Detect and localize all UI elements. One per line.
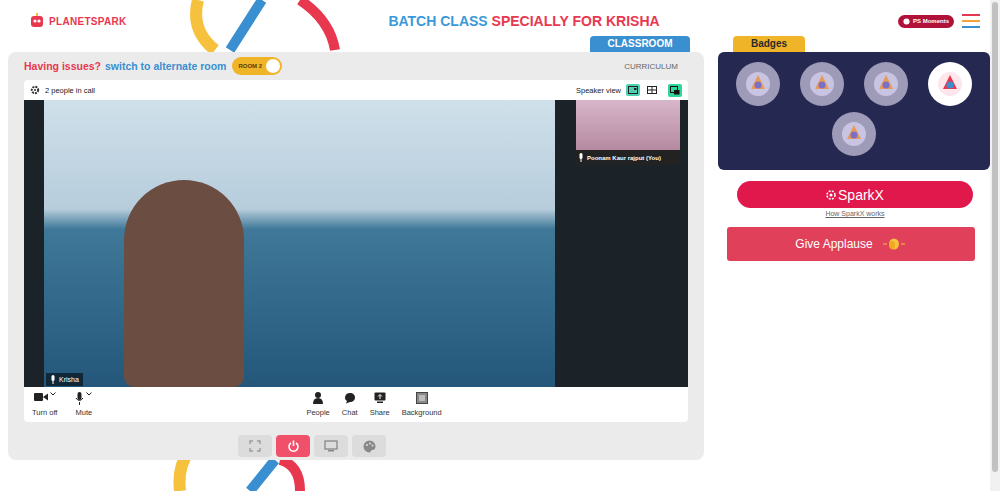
chat-icon xyxy=(344,392,356,404)
issue-text: Having issues? xyxy=(24,60,101,72)
mic-icon xyxy=(75,392,84,405)
screen-icon xyxy=(324,440,338,452)
page-title: BATCH CLASS SPECIALLY FOR KRISHA xyxy=(148,13,860,29)
participant-video-icon xyxy=(124,180,244,387)
toggle-knob xyxy=(266,59,280,73)
caret-icon xyxy=(50,392,56,396)
share-screen-icon xyxy=(374,392,386,403)
robot-icon xyxy=(28,12,46,30)
power-icon xyxy=(287,440,300,453)
self-video: Poonam Kaur rajput (You) xyxy=(576,100,680,165)
clap-icon xyxy=(881,237,907,251)
badge[interactable] xyxy=(832,112,876,156)
speaker-view-button[interactable] xyxy=(626,84,640,96)
mic-control[interactable]: Mute xyxy=(75,392,92,417)
self-video-frame xyxy=(576,100,680,150)
menu-icon[interactable] xyxy=(962,14,980,28)
grid-view-icon xyxy=(647,86,657,94)
badge[interactable] xyxy=(864,62,908,106)
call-card: 2 people in call Speaker view Krisha Poon… xyxy=(24,80,688,422)
badge[interactable] xyxy=(928,62,972,106)
view-label: Speaker view xyxy=(576,86,621,95)
sparkx-help-link[interactable]: How SparkX works xyxy=(825,210,884,217)
badges-tab[interactable]: Badges xyxy=(733,36,805,52)
caret-icon xyxy=(86,392,92,396)
scrollbar[interactable] xyxy=(990,0,1000,491)
ps-moments-button[interactable]: PS Moments xyxy=(898,15,954,28)
class-toolbar xyxy=(24,435,688,457)
sparkx-icon xyxy=(826,190,836,200)
header-actions: PS Moments xyxy=(860,14,980,28)
sparkx-button[interactable]: SparkX xyxy=(737,181,973,208)
badge-icon xyxy=(743,69,773,99)
background-control[interactable]: Background xyxy=(402,392,442,417)
switch-room-link[interactable]: switch to alternate room xyxy=(105,60,226,72)
badges-panel xyxy=(718,52,990,170)
badge-icon xyxy=(839,119,869,149)
curriculum-tab[interactable]: CURRICULUM xyxy=(624,62,688,71)
fullscreen-icon xyxy=(249,440,261,452)
people-control[interactable]: People xyxy=(306,392,329,417)
participant-name: Krisha xyxy=(46,373,83,386)
classroom-section: CLASSROOM Having issues? switch to alterna… xyxy=(8,36,704,460)
logo-text: PLANETSPARK xyxy=(49,16,127,27)
people-icon xyxy=(313,392,323,404)
fullscreen-button[interactable] xyxy=(238,435,272,457)
main-video: Krisha xyxy=(44,100,555,387)
star-icon xyxy=(903,18,910,25)
camera-icon xyxy=(34,392,48,402)
badge[interactable] xyxy=(800,62,844,106)
share-control[interactable]: Share xyxy=(370,392,390,417)
grid-view-button[interactable] xyxy=(645,84,659,96)
scrollbar-thumb[interactable] xyxy=(992,2,998,472)
background-icon xyxy=(416,392,428,404)
self-name: Poonam Kaur rajput (You) xyxy=(576,150,680,165)
speaker-view-icon xyxy=(628,86,638,94)
call-controls: Turn off Mute People Chat Share Background xyxy=(24,387,688,422)
chat-control[interactable]: Chat xyxy=(342,392,358,417)
gear-icon[interactable] xyxy=(30,85,40,95)
badge-icon xyxy=(871,69,901,99)
mic-icon xyxy=(578,153,584,162)
logo[interactable]: PLANETSPARK xyxy=(28,12,148,30)
classroom-tab[interactable]: CLASSROOM xyxy=(590,36,690,52)
call-header: 2 people in call Speaker view xyxy=(24,80,688,100)
header: PLANETSPARK BATCH CLASS SPECIALLY FOR KRI… xyxy=(0,0,1000,36)
video-stage: Krisha Poonam Kaur rajput (You) xyxy=(24,100,688,387)
mic-icon xyxy=(50,375,56,384)
badge-icon xyxy=(807,69,837,99)
applause-button[interactable]: Give Applause xyxy=(727,227,975,261)
page: PLANETSPARK BATCH CLASS SPECIALLY FOR KRI… xyxy=(0,0,1000,491)
classroom-panel: Having issues? switch to alternate room RO… xyxy=(8,52,704,460)
popout-icon xyxy=(670,86,680,95)
camera-control[interactable]: Turn off xyxy=(32,392,57,417)
popout-button[interactable] xyxy=(668,84,682,97)
screen-button[interactable] xyxy=(314,435,348,457)
rewards-sidebar: Badges SparkX How SparkX works Give Applau… xyxy=(718,36,990,460)
badge-icon xyxy=(935,69,965,99)
power-button[interactable] xyxy=(276,435,310,457)
palette-button[interactable] xyxy=(352,435,386,457)
badge[interactable] xyxy=(736,62,780,106)
main: CLASSROOM Having issues? switch to alterna… xyxy=(0,36,1000,460)
room-toggle[interactable]: ROOM 2 xyxy=(232,57,282,75)
palette-icon xyxy=(363,440,376,453)
people-count: 2 people in call xyxy=(45,86,95,95)
issues-bar: Having issues? switch to alternate room RO… xyxy=(24,57,282,75)
